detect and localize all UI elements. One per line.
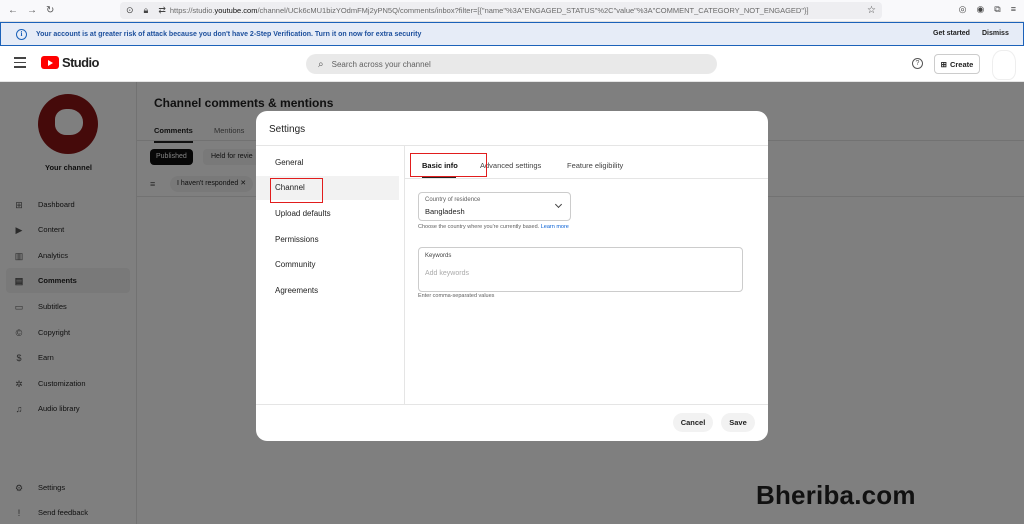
shield-icon: ⊙ xyxy=(126,5,134,15)
keywords-field[interactable]: Keywords Add keywords xyxy=(418,247,743,292)
learn-more-link[interactable]: Learn more xyxy=(541,224,569,230)
watermark-text: Bheriba.com xyxy=(756,480,916,510)
keywords-label: Keywords xyxy=(425,253,452,259)
country-select[interactable]: Country of residence Bangladesh xyxy=(418,192,571,221)
studio-header: Studio ⌕ Search across your channel ? ⊞ … xyxy=(0,46,1024,82)
browser-nav: ← → ↻ xyxy=(8,5,54,16)
highlight-channel-nav xyxy=(270,178,323,203)
keywords-placeholder: Add keywords xyxy=(425,270,469,277)
settings-nav-agreements[interactable]: Agreements xyxy=(256,279,404,303)
hamburger-menu-icon[interactable] xyxy=(14,57,26,71)
dialog-title: Settings xyxy=(269,124,306,135)
settings-nav-permissions[interactable]: Permissions xyxy=(256,228,404,252)
account-icon[interactable]: ◉ xyxy=(976,4,984,15)
get-started-button[interactable]: Get started xyxy=(933,30,970,37)
info-icon: i xyxy=(16,28,27,40)
country-help: Choose the country where you're currentl… xyxy=(418,224,540,230)
dismiss-button[interactable]: Dismiss xyxy=(982,30,1009,37)
settings-nav-general[interactable]: General xyxy=(256,151,404,175)
highlight-basic-info-tab xyxy=(410,153,487,177)
banner-message: Your account is at greater risk of attac… xyxy=(36,30,422,38)
settings-nav-community[interactable]: Community xyxy=(256,253,404,277)
forward-icon[interactable]: → xyxy=(27,5,37,16)
keywords-help-text: Enter comma-separated values xyxy=(418,293,495,299)
tab-feature-eligibility[interactable]: Feature eligibility xyxy=(567,161,623,170)
url-domain: youtube.com xyxy=(214,6,258,15)
youtube-logo-icon[interactable] xyxy=(41,56,59,69)
studio-logo-text[interactable]: Studio xyxy=(62,55,99,70)
account-avatar[interactable] xyxy=(992,50,1016,80)
settings-nav-upload-defaults[interactable]: Upload defaults xyxy=(256,202,404,226)
create-label: Create xyxy=(949,59,974,69)
dialog-footer-divider xyxy=(256,404,768,405)
search-placeholder: Search across your channel xyxy=(331,59,431,69)
channel-search-input[interactable]: ⌕ Search across your channel xyxy=(306,54,717,74)
video-plus-icon: ⊞ xyxy=(940,59,947,69)
cancel-button[interactable]: Cancel xyxy=(673,413,713,432)
country-value: Bangladesh xyxy=(425,207,465,216)
lock-icon: 🔒︎ xyxy=(143,5,149,15)
tab-advanced-settings[interactable]: Advanced settings xyxy=(480,161,541,170)
permissions-icon: ⇄ xyxy=(158,5,166,15)
chevron-down-icon xyxy=(554,200,563,209)
address-bar[interactable]: ⊙ 🔒︎ ⇄ https://studio. youtube.com/channe… xyxy=(120,2,882,19)
create-button[interactable]: ⊞ Create xyxy=(934,54,980,74)
help-icon[interactable]: ? xyxy=(912,58,923,69)
extensions-icon[interactable]: ⧉ xyxy=(994,4,1000,15)
back-icon[interactable]: ← xyxy=(8,5,18,16)
browser-extensions: ◎ ◉ ⧉ ≡ xyxy=(959,4,1016,15)
reload-icon[interactable]: ↻ xyxy=(46,5,54,16)
browser-toolbar: ← → ↻ ⊙ 🔒︎ ⇄ https://studio. youtube.com /… xyxy=(0,0,1024,22)
settings-dialog: Settings General Channel Upload defaults… xyxy=(256,111,768,441)
menu-icon[interactable]: ≡ xyxy=(1011,4,1016,15)
bookmark-star-icon[interactable]: ☆ xyxy=(867,5,876,16)
url-prefix: https://studio. xyxy=(169,6,215,15)
search-icon: ⌕ xyxy=(318,58,324,70)
country-help-text: Choose the country where you're currentl… xyxy=(418,224,569,230)
security-banner: i Your account is at greater risk of att… xyxy=(0,22,1024,46)
dialog-nav-divider xyxy=(404,146,405,404)
dialog-header-divider xyxy=(256,145,768,146)
save-button[interactable]: Save xyxy=(721,413,755,432)
pocket-icon[interactable]: ◎ xyxy=(959,4,967,15)
url-path: /channel/UCk6cMU1bizYOdmFMj2yPN5Q/commen… xyxy=(257,6,809,15)
country-label: Country of residence xyxy=(425,197,481,203)
tabs-divider xyxy=(404,178,768,179)
